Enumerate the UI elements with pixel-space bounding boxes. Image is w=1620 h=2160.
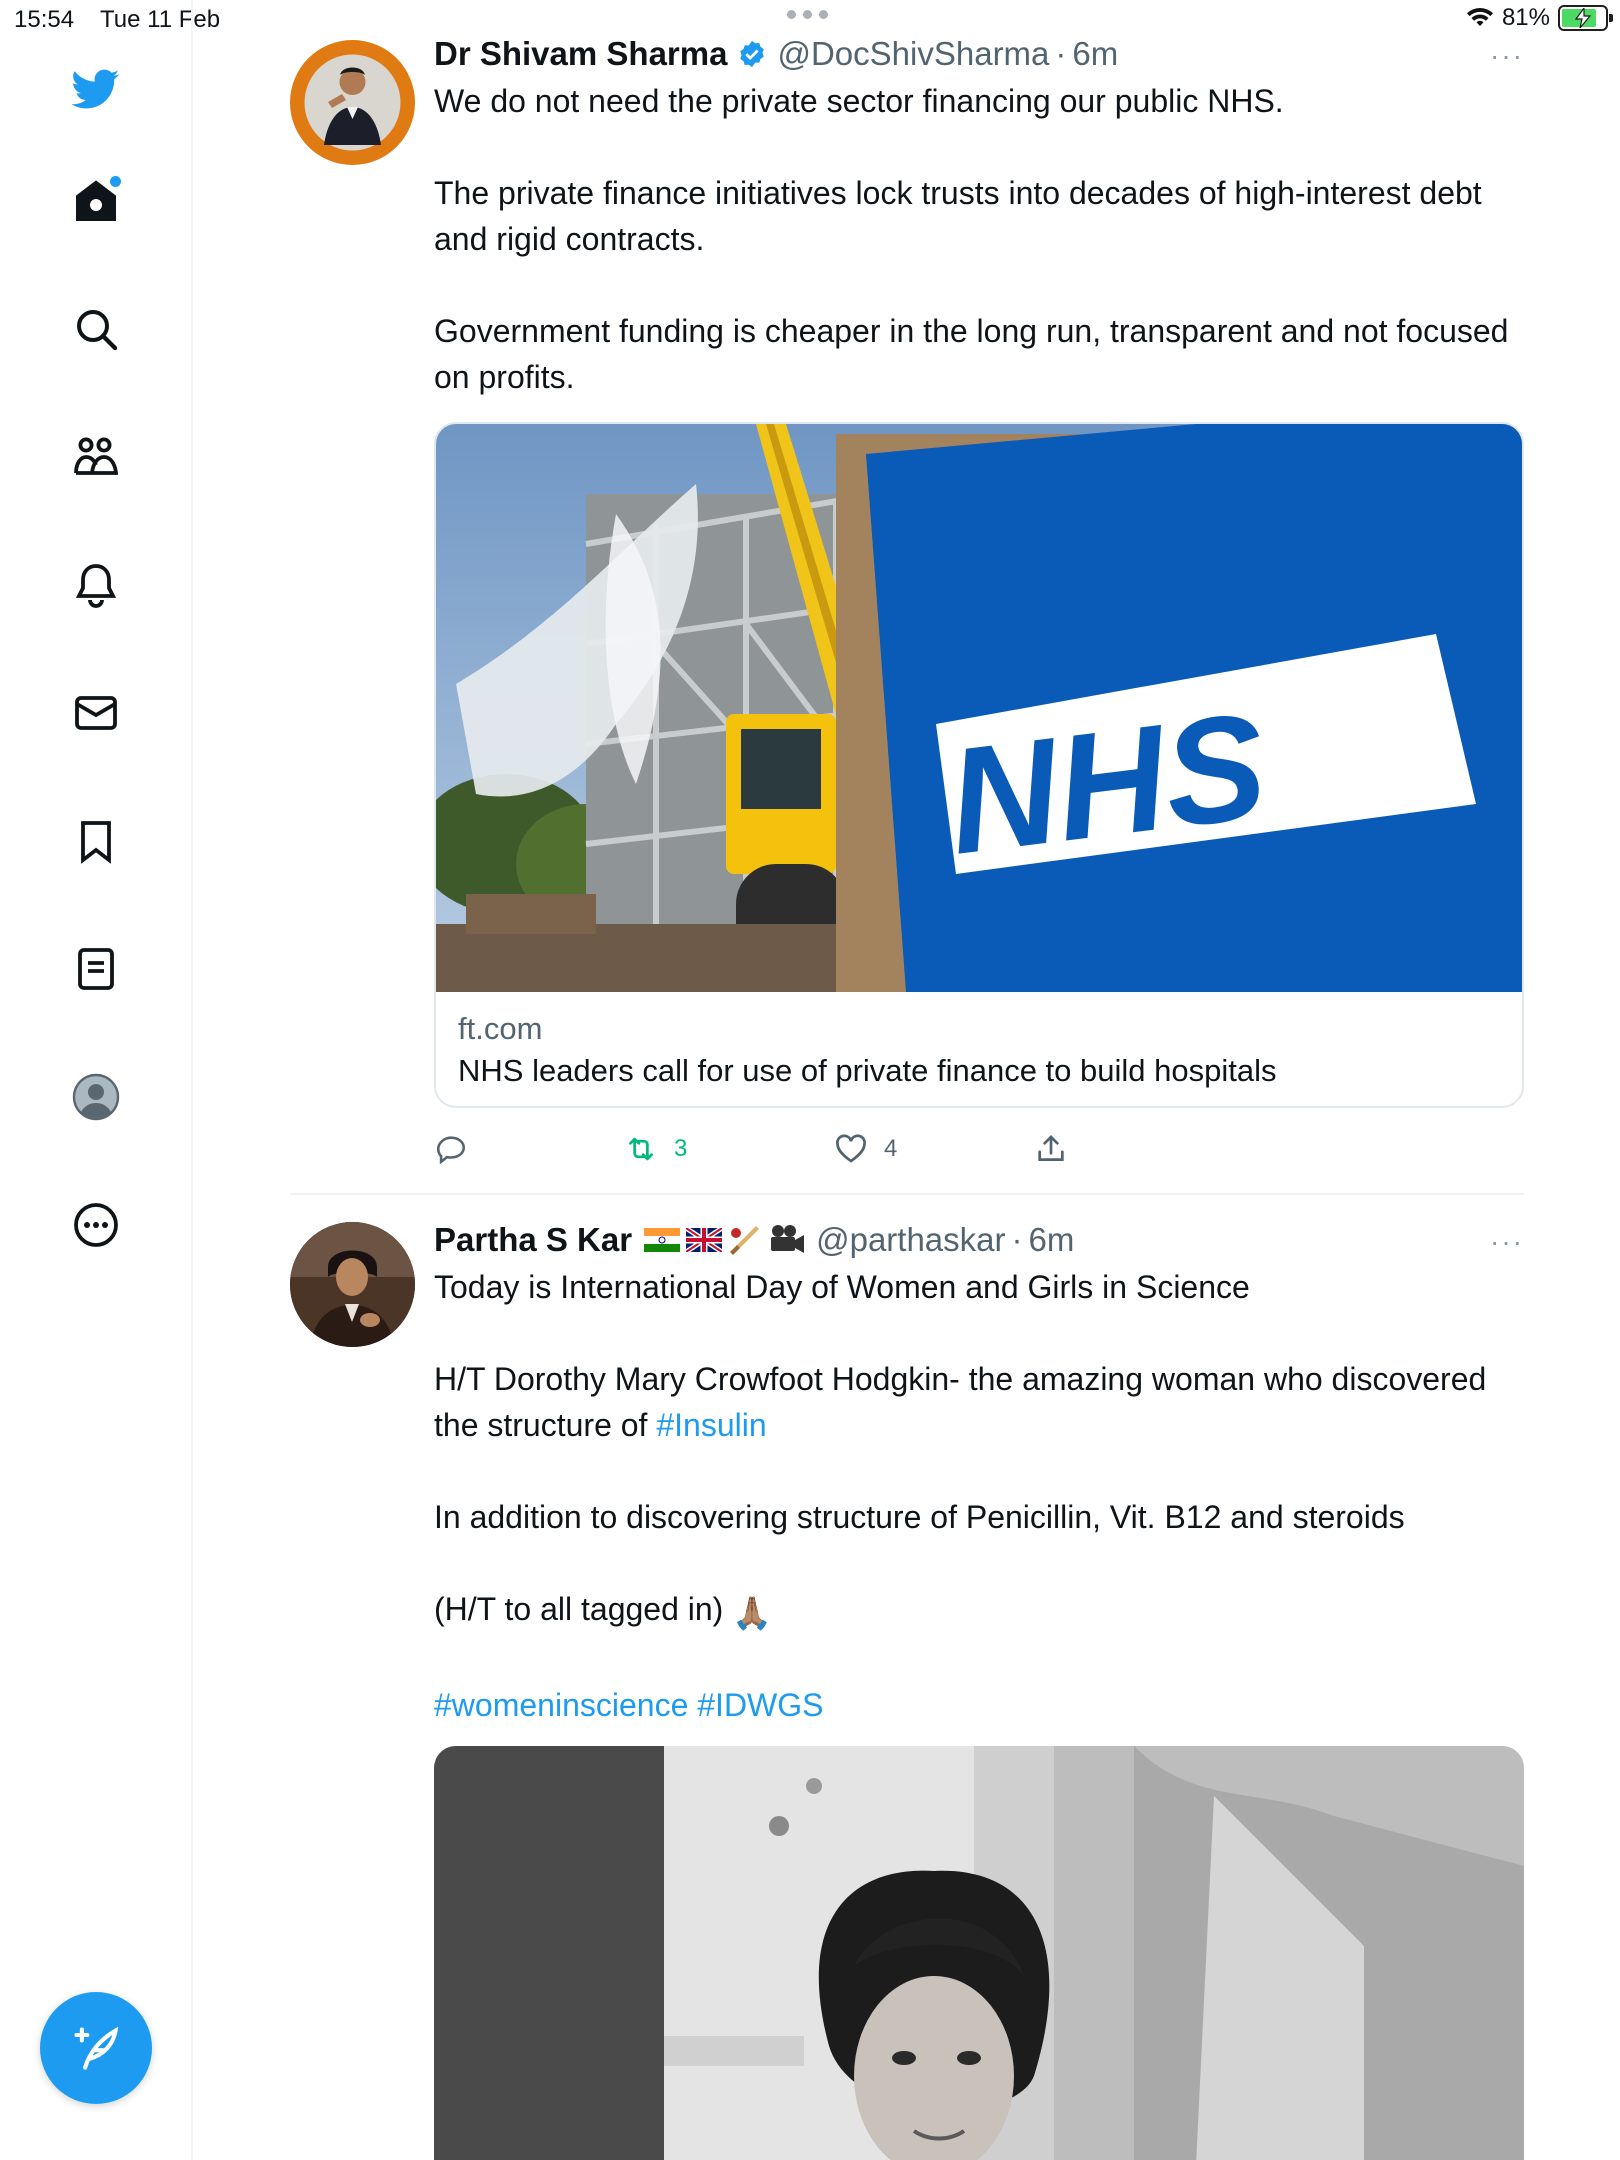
- twitter-logo-icon[interactable]: [65, 58, 127, 120]
- uk-flag-icon: [686, 1228, 723, 1252]
- tweet-paragraph: The private finance initiatives lock tru…: [434, 175, 1482, 257]
- meta-separator: ·: [1011, 1221, 1023, 1258]
- retweet-count: 3: [674, 1135, 688, 1162]
- folded-hands-emoji: 🙏🏽: [732, 1595, 773, 1631]
- retweet-button[interactable]: 3: [624, 1132, 687, 1166]
- link-preview-image: JCB NHS: [436, 424, 1522, 992]
- link-title: NHS leaders call for use of private fina…: [458, 1053, 1277, 1088]
- author-handle[interactable]: @parthaskar: [816, 1221, 1005, 1259]
- author-avatar[interactable]: [290, 40, 415, 165]
- tweet-header: Partha S Kar @parthaskar · 6m: [434, 1220, 1524, 1260]
- more-options-icon[interactable]: ···: [1490, 40, 1524, 72]
- tweet-text: We do not need the private sector financ…: [434, 78, 1524, 400]
- messages-envelope-icon[interactable]: [65, 682, 127, 744]
- communities-icon[interactable]: [65, 426, 127, 488]
- share-button[interactable]: [1034, 1132, 1084, 1166]
- wifi-icon: [1466, 7, 1493, 26]
- home-icon[interactable]: [65, 170, 127, 232]
- like-count: 4: [884, 1135, 898, 1162]
- reply-icon: [436, 1136, 466, 1165]
- tweet[interactable]: Partha S Kar @parthaskar · 6m ··· Today …: [290, 1220, 1524, 2160]
- link-preview-card[interactable]: JCB NHS ft.com NHS leaders call for use …: [434, 422, 1524, 1108]
- tweet-paragraph: We do not need the private sector financ…: [434, 83, 1284, 119]
- sidebar-nav: [0, 0, 193, 2160]
- link-domain: ft.com: [458, 1011, 543, 1046]
- more-circle-icon[interactable]: [65, 1194, 127, 1256]
- tweet-timestamp[interactable]: 6m: [1072, 35, 1118, 73]
- status-indicators: 81%: [1466, 4, 1613, 32]
- meta-separator: ·: [1055, 35, 1067, 72]
- retweet-icon: [629, 1137, 653, 1161]
- tweet-paragraph: In addition to discovering structure of …: [434, 1499, 1405, 1535]
- verified-badge-icon: [737, 39, 767, 69]
- tweet[interactable]: Dr Shivam Sharma @DocShivSharma · 6m ···…: [290, 34, 1524, 1194]
- tweet-header: Dr Shivam Sharma @DocShivSharma · 6m: [434, 34, 1524, 74]
- search-icon[interactable]: [65, 298, 127, 360]
- cricket-icon: [730, 1226, 760, 1255]
- more-options-icon[interactable]: ···: [1490, 1226, 1524, 1258]
- tweet-paragraph: Government funding is cheaper in the lon…: [434, 313, 1509, 395]
- movie-camera-icon: [771, 1225, 805, 1253]
- bookmark-icon[interactable]: [65, 810, 127, 872]
- heart-icon: [836, 1134, 866, 1163]
- india-flag-icon: [644, 1228, 681, 1252]
- name-emojis: [644, 1223, 806, 1257]
- tweet-paragraph: H/T Dorothy Mary Crowfoot Hodgkin- the a…: [434, 1361, 1487, 1443]
- tweet-photo[interactable]: [434, 1746, 1524, 2160]
- tweet-body: Dr Shivam Sharma @DocShivSharma · 6m ···…: [434, 34, 1524, 400]
- author-name[interactable]: Partha S Kar: [434, 1221, 632, 1259]
- author-name[interactable]: Dr Shivam Sharma: [434, 35, 727, 73]
- hashtag-links[interactable]: #womeninscience #IDWGS: [434, 1682, 1524, 1728]
- compose-feather-icon: [74, 2026, 119, 2070]
- link-preview-footer: ft.com NHS leaders call for use of priva…: [436, 992, 1522, 1106]
- tweet-text: Today is International Day of Women and …: [434, 1264, 1524, 1728]
- hashtag-link[interactable]: #Insulin: [656, 1407, 766, 1443]
- tweet-actions: 3 4: [434, 1129, 1524, 1169]
- lists-icon[interactable]: [65, 938, 127, 1000]
- tweet-body: Partha S Kar @parthaskar · 6m ··· Today …: [434, 1220, 1524, 1728]
- author-avatar[interactable]: [290, 1222, 415, 1347]
- tweet-paragraph: (H/T to all tagged in) 🙏🏽: [434, 1586, 1524, 1636]
- author-handle[interactable]: @DocShivSharma: [777, 35, 1049, 73]
- reply-button[interactable]: [434, 1132, 484, 1166]
- multitasking-dots-icon[interactable]: [787, 10, 828, 19]
- tweet-paragraph: Today is International Day of Women and …: [434, 1269, 1250, 1305]
- home-notification-dot: [110, 176, 121, 187]
- compose-button[interactable]: [40, 1992, 152, 2104]
- profile-avatar-icon[interactable]: [65, 1066, 127, 1128]
- like-button[interactable]: 4: [834, 1132, 897, 1166]
- tweet-divider: [290, 1193, 1524, 1195]
- battery-icon: [1558, 5, 1613, 31]
- notifications-bell-icon[interactable]: [65, 554, 127, 616]
- share-icon: [1038, 1135, 1064, 1161]
- tweet-timestamp[interactable]: 6m: [1029, 1221, 1075, 1259]
- battery-percent: 81%: [1501, 4, 1550, 31]
